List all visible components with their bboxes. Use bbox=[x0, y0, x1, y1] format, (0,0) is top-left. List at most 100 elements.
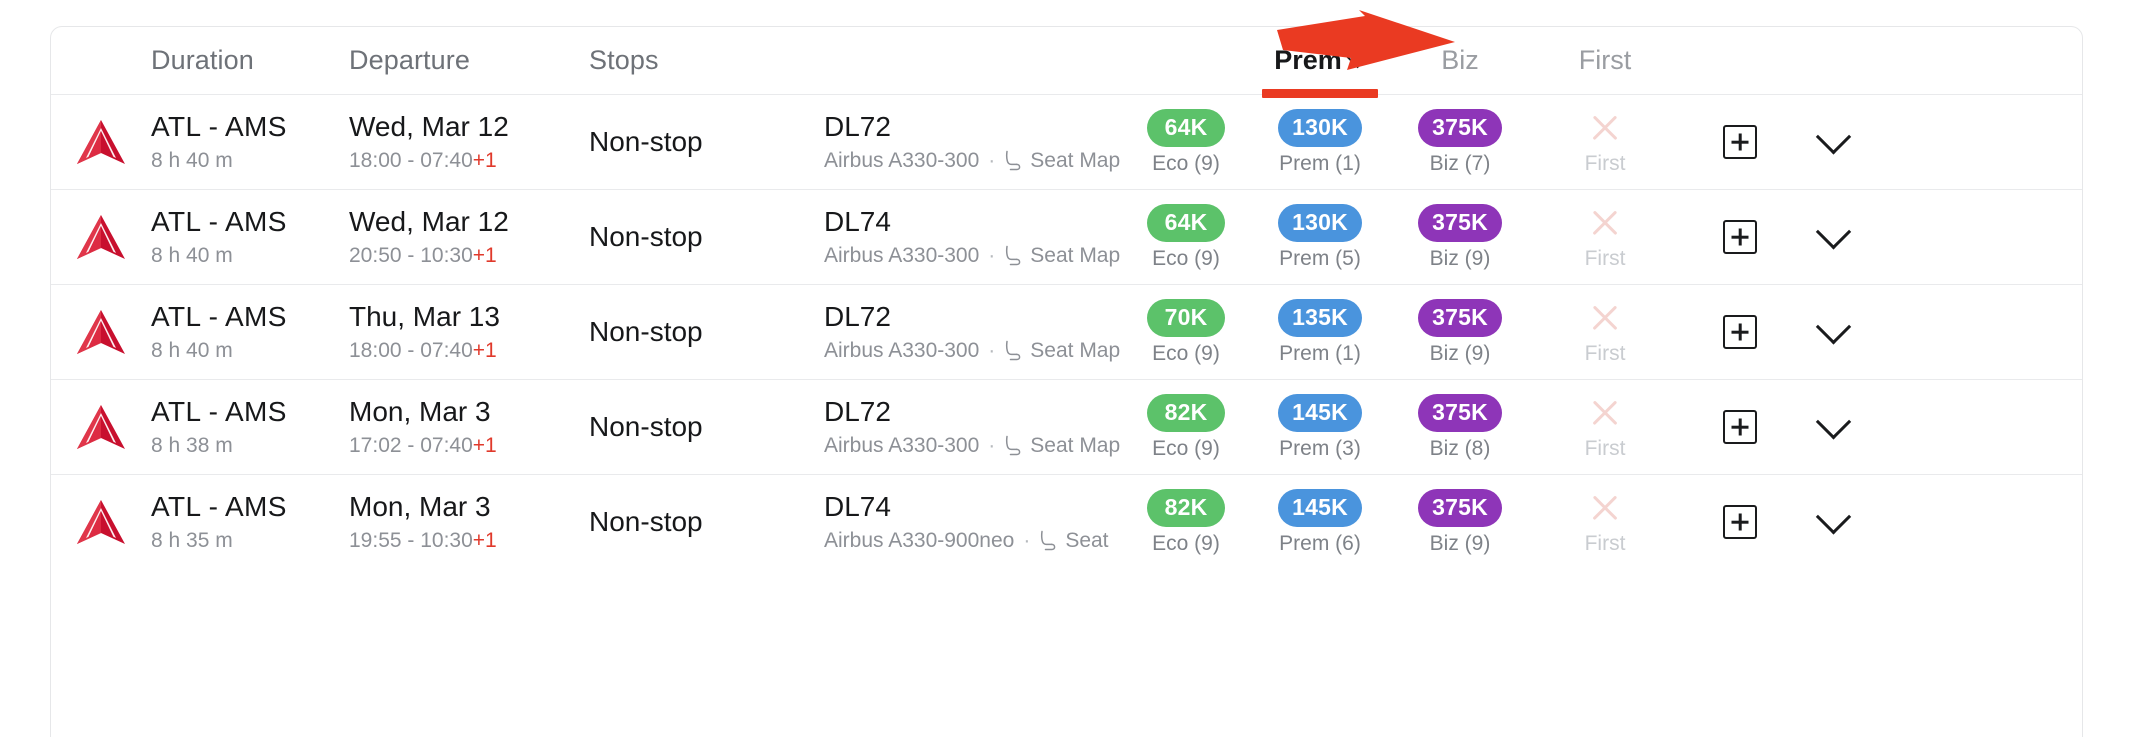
seat-map-link[interactable]: Seat Map bbox=[1004, 149, 1120, 173]
fare-cell-eco[interactable]: 64K Eco (9) bbox=[1124, 203, 1248, 271]
table-row[interactable]: ATL - AMS 8 h 40 m Thu, Mar 13 18:00 - 0… bbox=[51, 285, 2082, 380]
unavailable-x-icon bbox=[1585, 109, 1625, 147]
seat-map-label: Seat Map bbox=[1030, 148, 1121, 172]
chevron-down-icon[interactable] bbox=[1815, 403, 1851, 440]
route-label: ATL - AMS bbox=[151, 491, 287, 523]
chevron-down-icon[interactable] bbox=[1815, 118, 1851, 155]
flight-number-label: DL72 bbox=[824, 301, 891, 333]
fare-cell-prem[interactable]: 135K Prem (1) bbox=[1248, 298, 1392, 366]
expand-row-cell[interactable] bbox=[1798, 403, 1868, 440]
flight-number-label: DL72 bbox=[824, 111, 891, 143]
chevron-down-icon[interactable] bbox=[1815, 498, 1851, 535]
stops-label: Non-stop bbox=[589, 316, 703, 347]
column-header-biz[interactable]: Biz bbox=[1392, 27, 1528, 94]
aircraft-line: Airbus A330-900neo · Seat bbox=[824, 529, 1124, 553]
seat-map-label: Seat Map bbox=[1030, 433, 1121, 457]
add-to-compare-cell[interactable] bbox=[1682, 315, 1798, 349]
eco-price-badge: 70K bbox=[1147, 298, 1225, 337]
column-header-departure[interactable]: Departure bbox=[349, 45, 589, 76]
route-cell: ATL - AMS 8 h 40 m bbox=[151, 206, 349, 267]
seat-map-link[interactable]: Seat Map bbox=[1004, 339, 1120, 363]
column-header-prem[interactable]: Prem bbox=[1248, 27, 1392, 98]
table-row[interactable]: ATL - AMS 8 h 35 m Mon, Mar 3 19:55 - 10… bbox=[51, 475, 2082, 569]
fare-cell-prem[interactable]: 130K Prem (5) bbox=[1248, 203, 1392, 271]
route-cell: ATL - AMS 8 h 38 m bbox=[151, 396, 349, 457]
seat-icon bbox=[1006, 340, 1021, 361]
plus-icon[interactable] bbox=[1723, 125, 1757, 159]
prem-caption: Prem (5) bbox=[1279, 246, 1361, 270]
route-label: ATL - AMS bbox=[151, 301, 287, 333]
plus-icon[interactable] bbox=[1723, 410, 1757, 444]
add-to-compare-cell[interactable] bbox=[1682, 505, 1798, 539]
fare-cell-first: First bbox=[1528, 489, 1682, 556]
fare-cell-eco[interactable]: 70K Eco (9) bbox=[1124, 298, 1248, 366]
table-row[interactable]: ATL - AMS 8 h 38 m Mon, Mar 3 17:02 - 07… bbox=[51, 380, 2082, 475]
prem-price-badge: 130K bbox=[1278, 203, 1362, 242]
fare-cell-biz[interactable]: 375K Biz (8) bbox=[1392, 393, 1528, 461]
unavailable-x-icon bbox=[1585, 204, 1625, 242]
day-offset-badge: +1 bbox=[472, 148, 497, 172]
column-header-first[interactable]: First bbox=[1528, 27, 1682, 94]
eco-price-badge: 82K bbox=[1147, 488, 1225, 527]
column-header-duration[interactable]: Duration bbox=[151, 45, 349, 76]
seat-icon bbox=[1006, 435, 1021, 456]
flight-info-cell: DL74 Airbus A330-300 · Seat Map bbox=[824, 206, 1124, 267]
delta-airlines-logo-icon bbox=[77, 120, 125, 164]
chevron-down-icon[interactable] bbox=[1815, 213, 1851, 250]
flight-number-label: DL74 bbox=[824, 491, 891, 523]
fare-cell-eco[interactable]: 82K Eco (9) bbox=[1124, 488, 1248, 556]
seat-map-label: Seat Map bbox=[1030, 243, 1121, 267]
day-offset-badge: +1 bbox=[472, 338, 497, 362]
seat-map-link[interactable]: Seat Map bbox=[1004, 244, 1120, 268]
first-caption: First bbox=[1584, 246, 1626, 270]
column-header-stops[interactable]: Stops bbox=[589, 45, 824, 76]
aircraft-label: Airbus A330-900neo bbox=[824, 528, 1015, 552]
prem-price-badge: 135K bbox=[1278, 298, 1362, 337]
day-offset-badge: +1 bbox=[472, 243, 497, 267]
aircraft-label: Airbus A330-300 bbox=[824, 338, 980, 362]
chevron-down-icon[interactable] bbox=[1815, 308, 1851, 345]
prem-caption: Prem (3) bbox=[1279, 436, 1361, 460]
fare-cell-eco[interactable]: 64K Eco (9) bbox=[1124, 108, 1248, 176]
day-offset-badge: +1 bbox=[472, 528, 497, 552]
expand-row-cell[interactable] bbox=[1798, 118, 1868, 155]
expand-row-cell[interactable] bbox=[1798, 213, 1868, 250]
add-to-compare-cell[interactable] bbox=[1682, 410, 1798, 444]
aircraft-label: Airbus A330-300 bbox=[824, 243, 980, 267]
fare-cell-eco[interactable]: 82K Eco (9) bbox=[1124, 393, 1248, 461]
add-to-compare-cell[interactable] bbox=[1682, 125, 1798, 159]
table-row[interactable]: ATL - AMS 8 h 40 m Wed, Mar 12 18:00 - 0… bbox=[51, 95, 2082, 190]
seat-map-label: Seat Map bbox=[1030, 338, 1121, 362]
table-row[interactable]: ATL - AMS 8 h 40 m Wed, Mar 12 20:50 - 1… bbox=[51, 190, 2082, 285]
plus-icon[interactable] bbox=[1723, 220, 1757, 254]
fare-cell-biz[interactable]: 375K Biz (9) bbox=[1392, 298, 1528, 366]
flight-info-cell: DL72 Airbus A330-300 · Seat Map bbox=[824, 111, 1124, 172]
airline-logo-cell bbox=[51, 405, 151, 449]
fare-cell-first: First bbox=[1528, 299, 1682, 366]
fare-cell-biz[interactable]: 375K Biz (7) bbox=[1392, 108, 1528, 176]
stops-cell: Non-stop bbox=[589, 506, 824, 538]
column-header-prem-label: Prem bbox=[1274, 45, 1342, 75]
seat-map-link[interactable]: Seat Map bbox=[1004, 434, 1120, 458]
column-header-biz-label: Biz bbox=[1441, 45, 1479, 75]
expand-row-cell[interactable] bbox=[1798, 498, 1868, 535]
flight-info-cell: DL72 Airbus A330-300 · Seat Map bbox=[824, 301, 1124, 362]
route-label: ATL - AMS bbox=[151, 396, 287, 428]
biz-caption: Biz (8) bbox=[1429, 436, 1491, 460]
add-to-compare-cell[interactable] bbox=[1682, 220, 1798, 254]
expand-row-cell[interactable] bbox=[1798, 308, 1868, 345]
fare-cell-prem[interactable]: 145K Prem (6) bbox=[1248, 488, 1392, 556]
seat-map-link[interactable]: Seat bbox=[1039, 529, 1109, 553]
stops-cell: Non-stop bbox=[589, 411, 824, 443]
plus-icon[interactable] bbox=[1723, 505, 1757, 539]
route-cell: ATL - AMS 8 h 35 m bbox=[151, 491, 349, 552]
fare-cell-biz[interactable]: 375K Biz (9) bbox=[1392, 488, 1528, 556]
fare-cell-first: First bbox=[1528, 394, 1682, 461]
biz-price-badge: 375K bbox=[1418, 488, 1502, 527]
fare-cell-biz[interactable]: 375K Biz (9) bbox=[1392, 203, 1528, 271]
first-caption: First bbox=[1584, 341, 1626, 365]
fare-cell-prem[interactable]: 130K Prem (1) bbox=[1248, 108, 1392, 176]
plus-icon[interactable] bbox=[1723, 315, 1757, 349]
aircraft-line: Airbus A330-300 · Seat Map bbox=[824, 434, 1124, 458]
fare-cell-prem[interactable]: 145K Prem (3) bbox=[1248, 393, 1392, 461]
